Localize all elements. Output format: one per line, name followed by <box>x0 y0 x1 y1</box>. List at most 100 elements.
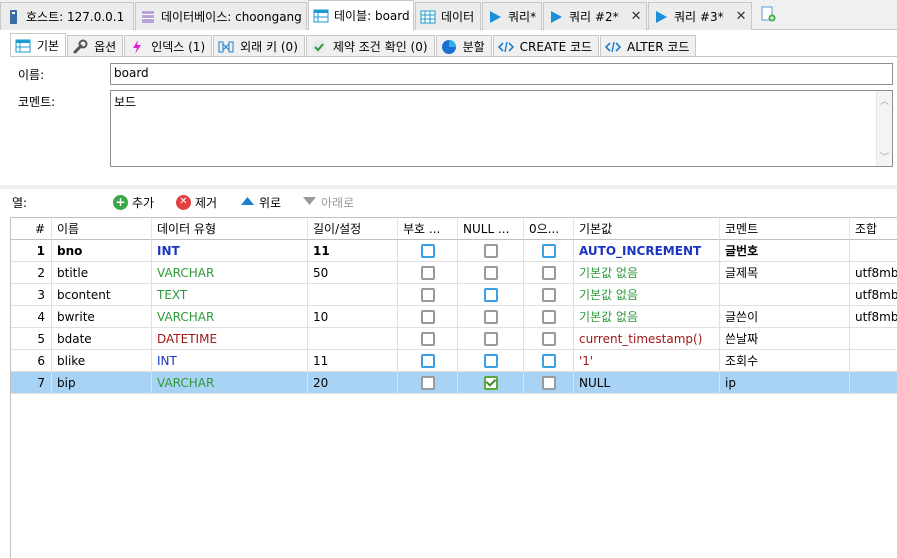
tab-check-constraints[interactable]: 제약 조건 확인 (0) <box>305 35 435 57</box>
unsigned-checkbox[interactable] <box>398 284 458 306</box>
table-row[interactable]: 5 bdate DATETIME current_timestamp() 쓴날짜 <box>11 328 897 350</box>
column-length[interactable] <box>308 284 398 306</box>
column-length[interactable]: 11 <box>308 350 398 372</box>
checkbox[interactable] <box>541 243 556 258</box>
column-default[interactable]: '1' <box>574 350 720 372</box>
column-name[interactable]: bdate <box>52 328 152 350</box>
tab-query-2[interactable]: 쿼리 #2* ✕ <box>543 2 647 30</box>
checkbox[interactable] <box>483 331 498 346</box>
splitter[interactable] <box>0 185 897 189</box>
tab-query[interactable]: 쿼리* <box>482 2 542 30</box>
row-number[interactable]: 6 <box>11 350 52 372</box>
column-collation[interactable] <box>850 240 897 262</box>
column-type[interactable]: VARCHAR <box>152 372 308 394</box>
unsigned-checkbox[interactable] <box>398 240 458 262</box>
table-row[interactable]: 1 bno INT 11 AUTO_INCREMENT 글번호 <box>11 240 897 262</box>
checkbox[interactable] <box>483 375 498 390</box>
checkbox[interactable] <box>420 375 435 390</box>
checkbox[interactable] <box>483 353 498 368</box>
scroll-up-icon[interactable]: ︿ <box>880 94 889 107</box>
column-collation[interactable] <box>850 372 897 394</box>
checkbox[interactable] <box>420 331 435 346</box>
tab-foreign-keys[interactable]: 외래 키 (0) <box>213 35 305 57</box>
table-row[interactable]: 2 btitle VARCHAR 50 기본값 없음 글제목 utf8mb <box>11 262 897 284</box>
header-unsigned[interactable]: 부호 ... <box>398 218 458 240</box>
tab-database[interactable]: 데이터베이스: choongang <box>135 2 307 30</box>
header-data-type[interactable]: 데이터 유형 <box>152 218 308 240</box>
column-comment[interactable]: 글번호 <box>720 240 850 262</box>
checkbox[interactable] <box>420 287 435 302</box>
zerofill-checkbox[interactable] <box>524 306 574 328</box>
column-comment[interactable]: 조회수 <box>720 350 850 372</box>
column-name[interactable]: bip <box>52 372 152 394</box>
column-type[interactable]: INT <box>152 350 308 372</box>
tab-partitions[interactable]: 분할 <box>435 35 492 57</box>
column-length[interactable]: 11 <box>308 240 398 262</box>
add-column-button[interactable]: + 추가 <box>113 194 154 211</box>
header-default[interactable]: 기본값 <box>574 218 720 240</box>
column-name[interactable]: bcontent <box>52 284 152 306</box>
column-length[interactable] <box>308 328 398 350</box>
column-type[interactable]: VARCHAR <box>152 306 308 328</box>
checkbox[interactable] <box>420 353 435 368</box>
column-name[interactable]: bwrite <box>52 306 152 328</box>
checkbox[interactable] <box>541 375 556 390</box>
remove-column-button[interactable]: ✕ 제거 <box>176 194 217 211</box>
column-comment[interactable] <box>720 284 850 306</box>
column-collation[interactable] <box>850 350 897 372</box>
tab-options[interactable]: 옵션 <box>67 35 124 57</box>
column-type[interactable]: INT <box>152 240 308 262</box>
zerofill-checkbox[interactable] <box>524 328 574 350</box>
new-query-tab-button[interactable] <box>757 1 779 29</box>
header-zerofill[interactable]: 0으... <box>524 218 574 240</box>
checkbox[interactable] <box>483 309 498 324</box>
column-comment[interactable]: 글제목 <box>720 262 850 284</box>
checkbox[interactable] <box>541 331 556 346</box>
column-comment[interactable]: ip <box>720 372 850 394</box>
header-number[interactable]: # <box>11 218 52 240</box>
header-length[interactable]: 길이/설정 <box>308 218 398 240</box>
checkbox[interactable] <box>483 243 498 258</box>
column-comment[interactable]: 쓴날짜 <box>720 328 850 350</box>
tab-query-3[interactable]: 쿼리 #3* ✕ <box>648 2 752 30</box>
column-default[interactable]: 기본값 없음 <box>574 284 720 306</box>
checkbox[interactable] <box>483 265 498 280</box>
tab-host[interactable]: 호스트: 127.0.0.1 <box>0 2 134 30</box>
allow-null-checkbox[interactable] <box>458 372 524 394</box>
tab-alter-code[interactable]: ALTER 코드 <box>600 35 697 57</box>
column-type[interactable]: TEXT <box>152 284 308 306</box>
unsigned-checkbox[interactable] <box>398 262 458 284</box>
checkbox[interactable] <box>541 287 556 302</box>
column-name[interactable]: btitle <box>52 262 152 284</box>
row-number[interactable]: 7 <box>11 372 52 394</box>
column-collation[interactable]: utf8mb <box>850 306 897 328</box>
column-default[interactable]: AUTO_INCREMENT <box>574 240 720 262</box>
column-name[interactable]: blike <box>52 350 152 372</box>
header-collation[interactable]: 조합 <box>850 218 897 240</box>
column-collation[interactable]: utf8mb <box>850 262 897 284</box>
checkbox[interactable] <box>541 265 556 280</box>
zerofill-checkbox[interactable] <box>524 262 574 284</box>
row-number[interactable]: 5 <box>11 328 52 350</box>
column-comment[interactable]: 글쓴이 <box>720 306 850 328</box>
comment-scrollbar[interactable]: ︿ ﹀ <box>876 91 892 166</box>
checkbox[interactable] <box>541 353 556 368</box>
tab-indexes[interactable]: 인덱스 (1) <box>124 35 213 57</box>
zerofill-checkbox[interactable] <box>524 350 574 372</box>
unsigned-checkbox[interactable] <box>398 328 458 350</box>
column-collation[interactable] <box>850 328 897 350</box>
row-number[interactable]: 4 <box>11 306 52 328</box>
checkbox[interactable] <box>420 265 435 280</box>
column-type[interactable]: DATETIME <box>152 328 308 350</box>
zerofill-checkbox[interactable] <box>524 284 574 306</box>
table-row[interactable]: 3 bcontent TEXT 기본값 없음 utf8mb <box>11 284 897 306</box>
checkbox[interactable] <box>420 243 435 258</box>
allow-null-checkbox[interactable] <box>458 240 524 262</box>
tab-create-code[interactable]: CREATE 코드 <box>492 35 600 57</box>
name-input[interactable]: board <box>110 63 893 85</box>
scroll-down-icon[interactable]: ﹀ <box>880 150 889 163</box>
column-name[interactable]: bno <box>52 240 152 262</box>
header-allow-null[interactable]: NULL ... <box>458 218 524 240</box>
tab-basic[interactable]: 기본 <box>10 33 67 57</box>
allow-null-checkbox[interactable] <box>458 328 524 350</box>
